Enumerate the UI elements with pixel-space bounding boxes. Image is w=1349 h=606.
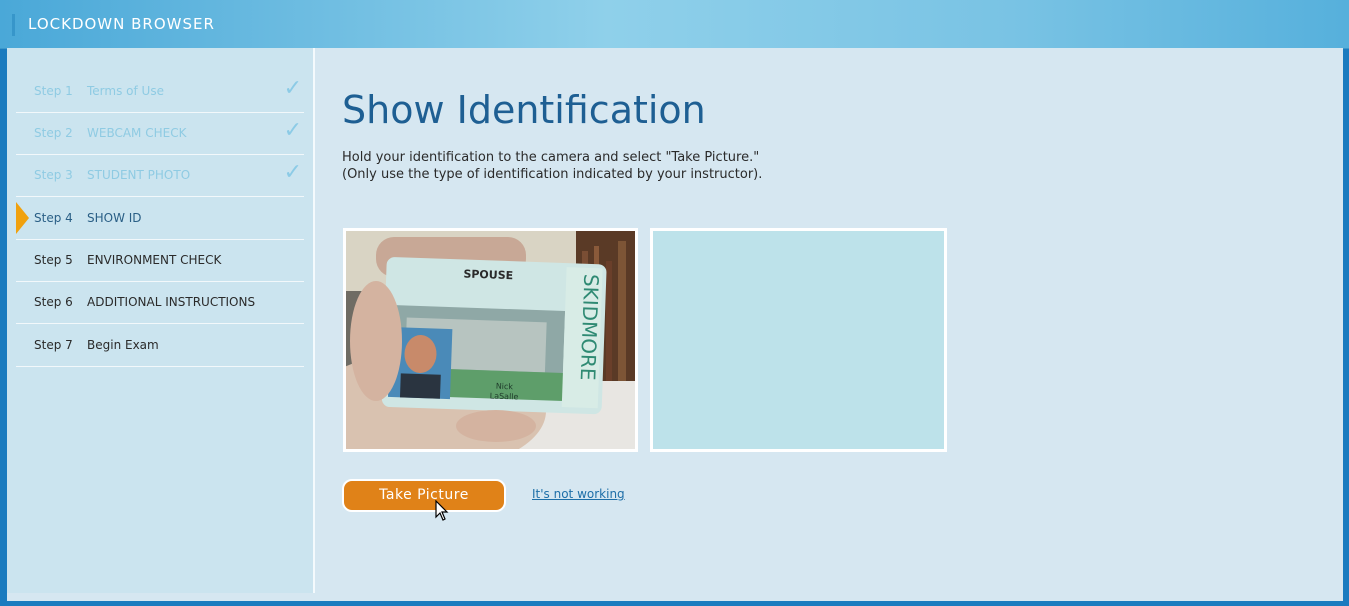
step-1-terms-of-use[interactable]: Step 1 Terms of Use ✓: [16, 70, 304, 113]
title-bar: LOCKDOWN BROWSER: [0, 0, 1349, 49]
step-label: SHOW ID: [87, 211, 142, 225]
step-3-student-photo[interactable]: Step 3 STUDENT PHOTO ✓: [16, 154, 304, 197]
step-label: WEBCAM CHECK: [87, 126, 187, 140]
step-number: Step 4: [34, 211, 73, 225]
step-label: ENVIRONMENT CHECK: [87, 253, 222, 267]
step-6-additional-instructions: Step 6 ADDITIONAL INSTRUCTIONS: [16, 281, 304, 324]
captured-photo-placeholder: [650, 228, 947, 452]
step-number: Step 7: [34, 338, 73, 352]
current-step-arrow-icon: [16, 202, 29, 234]
instruction-line: Hold your identification to the camera a…: [342, 150, 760, 165]
not-working-link[interactable]: It's not working: [532, 487, 625, 501]
app-title: LOCKDOWN BROWSER: [28, 15, 215, 33]
id-card-name: Nick: [496, 382, 514, 392]
mouse-pointer-icon: [435, 500, 449, 521]
checkmark-icon: ✓: [283, 118, 302, 143]
main-panel: Step 1 Terms of Use ✓ Step 2 WEBCAM CHEC…: [7, 48, 1343, 601]
step-label: Begin Exam: [87, 338, 159, 352]
step-7-begin-exam: Step 7 Begin Exam: [16, 324, 304, 367]
webcam-feed: SPOUSE SKIDMORE Nick LaSalle: [343, 228, 638, 452]
step-number: Step 3: [34, 168, 73, 182]
step-number: Step 5: [34, 253, 73, 267]
step-label: STUDENT PHOTO: [87, 168, 191, 182]
instructions-text: Hold your identification to the camera a…: [342, 149, 762, 183]
page-title: Show Identification: [342, 88, 706, 132]
step-label: Terms of Use: [87, 84, 164, 98]
checkmark-icon: ✓: [283, 160, 302, 185]
id-card-header: SPOUSE: [463, 267, 513, 282]
step-number: Step 1: [34, 84, 73, 98]
step-4-show-id[interactable]: Step 4 SHOW ID: [16, 197, 304, 240]
id-card-brand: SKIDMORE: [576, 274, 604, 381]
take-picture-button[interactable]: Take Picture: [342, 479, 506, 512]
title-bar-edge: [12, 14, 15, 36]
step-number: Step 2: [34, 126, 73, 140]
step-label: ADDITIONAL INSTRUCTIONS: [87, 295, 256, 309]
id-card-name: LaSalle: [490, 391, 519, 401]
steps-sidebar: Step 1 Terms of Use ✓ Step 2 WEBCAM CHEC…: [7, 48, 315, 593]
step-number: Step 6: [34, 295, 73, 309]
step-2-webcam-check[interactable]: Step 2 WEBCAM CHECK ✓: [16, 112, 304, 155]
instruction-line: (Only use the type of identification ind…: [342, 167, 763, 182]
checkmark-icon: ✓: [283, 76, 302, 101]
webcam-image: SPOUSE SKIDMORE Nick LaSalle: [346, 231, 635, 449]
step-5-environment-check: Step 5 ENVIRONMENT CHECK: [16, 239, 304, 282]
